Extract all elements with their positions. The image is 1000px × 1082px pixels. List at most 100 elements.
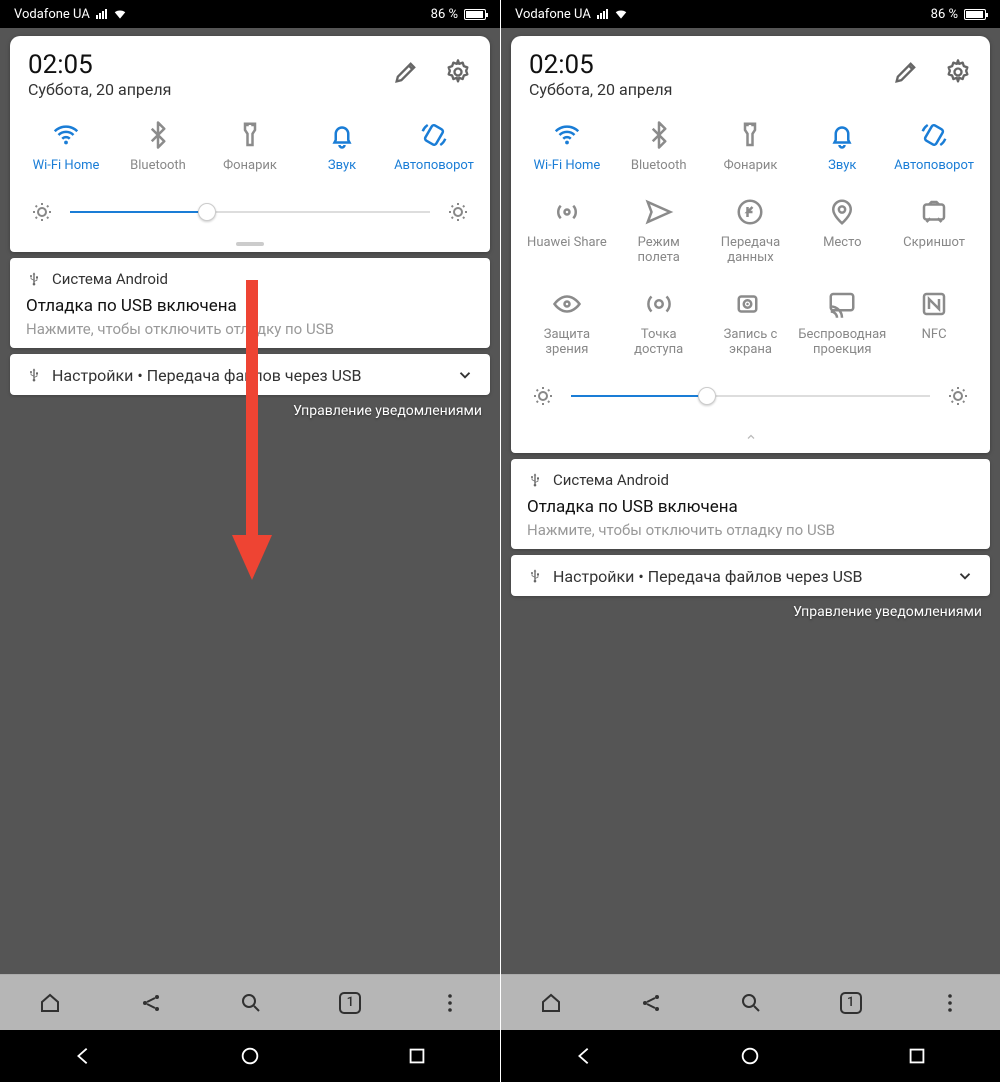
notification-usb-transfer[interactable]: Настройки • Передача файлов через USB — [511, 555, 990, 596]
qs-label: Место — [823, 236, 861, 251]
signal-icon — [597, 9, 608, 19]
qs-tile-autorotate[interactable]: Автоповорот — [388, 115, 480, 178]
drag-handle[interactable] — [236, 242, 264, 246]
nav-bar — [0, 1030, 500, 1082]
browser-toolbar: 1 — [0, 974, 500, 1030]
qs-label: Bluetooth — [631, 159, 687, 174]
qs-tile-wifi[interactable]: Wi-Fi Home — [521, 115, 613, 178]
gear-icon[interactable] — [444, 58, 472, 86]
qs-label: Звук — [828, 159, 856, 174]
qs-label: Передача данных — [721, 236, 780, 266]
sound-icon — [826, 119, 858, 151]
qs-tile-autorotate[interactable]: Автоповорот — [888, 115, 980, 178]
search-icon[interactable] — [739, 991, 763, 1015]
qs-tile-sound[interactable]: Звук — [296, 115, 388, 178]
search-icon[interactable] — [239, 991, 263, 1015]
notification-usb-transfer[interactable]: Настройки • Передача файлов через USB — [10, 354, 490, 395]
manage-notifications-link[interactable]: Управление уведомлениями — [501, 596, 1000, 620]
torch-icon — [234, 119, 266, 151]
home-icon[interactable] — [38, 991, 62, 1015]
screenshot-left: Vodafone UA 86 % HUAWEI Чтобы уникализир… — [0, 0, 500, 1082]
data-icon — [734, 196, 766, 228]
manage-notifications-link[interactable]: Управление уведомлениями — [0, 395, 500, 419]
qs-label: Wi-Fi Home — [33, 159, 100, 174]
edit-icon[interactable] — [392, 58, 420, 86]
qs-label: Запись с экрана — [724, 328, 778, 358]
brightness-track[interactable] — [571, 395, 930, 397]
qs-tile-location[interactable]: Место — [796, 192, 888, 270]
usb-icon — [527, 472, 543, 488]
wifi-status-icon — [113, 7, 127, 21]
bluetooth-icon — [643, 119, 675, 151]
qs-tile-hotspot[interactable]: Точка доступа — [613, 284, 705, 362]
qs-tile-bluetooth[interactable]: Bluetooth — [613, 115, 705, 178]
nav-home-icon[interactable] — [239, 1045, 261, 1067]
nav-back-icon[interactable] — [72, 1045, 94, 1067]
nav-back-icon[interactable] — [573, 1045, 595, 1067]
nav-home-icon[interactable] — [739, 1045, 761, 1067]
bluetooth-icon — [142, 119, 174, 151]
chevron-down-icon[interactable] — [956, 567, 974, 585]
nav-bar — [501, 1030, 1000, 1082]
notification-shade: 02:05 Суббота, 20 апреля Wi-Fi HomeBluet… — [10, 36, 490, 252]
qs-tile-screenshot[interactable]: Скриншот — [888, 192, 980, 270]
notification-app: Настройки • Передача файлов через USB — [553, 567, 862, 586]
nav-recent-icon[interactable] — [406, 1045, 428, 1067]
more-icon[interactable] — [938, 991, 962, 1015]
home-icon[interactable] — [539, 991, 563, 1015]
share-icon[interactable] — [639, 991, 663, 1015]
edit-icon[interactable] — [892, 58, 920, 86]
shade-time: 02:05 — [529, 50, 892, 80]
qs-tile-data[interactable]: Передача данных — [705, 192, 797, 270]
notification-title: Отладка по USB включена — [26, 296, 474, 316]
qs-label: Автоповорот — [394, 159, 474, 174]
article-paragraph: Так, поставив свою мелодию на контакт, в… — [519, 640, 982, 699]
read-more-link[interactable]: Читать полностью — [519, 713, 982, 736]
gear-icon[interactable] — [944, 58, 972, 86]
background-page: HUAWEI Чтобы уникализировать контакты, м… — [0, 460, 500, 843]
qs-tile-nfc[interactable]: NFC — [888, 284, 980, 362]
qs-label: Звук — [328, 159, 356, 174]
more-icon[interactable] — [438, 991, 462, 1015]
notification-usb-debug[interactable]: Система Android Отладка по USB включена … — [10, 258, 490, 348]
tabs-button[interactable]: 1 — [339, 992, 361, 1014]
notification-usb-debug[interactable]: Система Android Отладка по USB включена … — [511, 459, 990, 549]
brightness-slider[interactable] — [511, 370, 990, 426]
notification-app: Настройки • Передача файлов через USB — [52, 366, 361, 385]
qs-label: Фонарик — [223, 159, 277, 174]
qs-tile-airplane[interactable]: Режим полета — [613, 192, 705, 270]
chevron-up-icon[interactable] — [741, 431, 761, 443]
qs-label: Беспроводная проекция — [798, 328, 886, 358]
qs-tile-eyecomfort[interactable]: Защита зрения — [521, 284, 613, 362]
qs-label: Bluetooth — [130, 159, 186, 174]
carrier-name: Vodafone UA — [515, 7, 591, 22]
usb-icon — [527, 568, 543, 584]
notification-subtitle: Нажмите, чтобы отключить отладку по USB — [26, 320, 474, 338]
read-more-link[interactable]: Читать полностью — [18, 703, 482, 726]
brightness-low-icon — [30, 200, 54, 224]
status-bar: Vodafone UA 86 % — [0, 0, 500, 28]
qs-label: Huawei Share — [527, 236, 607, 251]
qs-tile-wifi[interactable]: Wi-Fi Home — [20, 115, 112, 178]
tabs-button[interactable]: 1 — [840, 992, 862, 1014]
qs-tile-screenrec[interactable]: Запись с экрана — [705, 284, 797, 362]
article-heading: Как установить мелодию на звонок на Huaw… — [519, 796, 982, 853]
share-icon[interactable] — [139, 991, 163, 1015]
carrier-name: Vodafone UA — [14, 7, 90, 22]
qs-tile-cast[interactable]: Беспроводная проекция — [796, 284, 888, 362]
brightness-track[interactable] — [70, 211, 430, 213]
quicksettings-row3: Защита зренияТочка доступа Запись с экран… — [511, 278, 990, 370]
qs-tile-bluetooth[interactable]: Bluetooth — [112, 115, 204, 178]
notification-shade-expanded: 02:05 Суббота, 20 апреля Wi-Fi HomeBluet… — [511, 36, 990, 453]
brightness-slider[interactable] — [10, 186, 490, 242]
hotspot-icon — [643, 288, 675, 320]
qs-tile-torch[interactable]: Фонарик — [204, 115, 296, 178]
chevron-down-icon[interactable] — [456, 366, 474, 384]
nav-recent-icon[interactable] — [906, 1045, 928, 1067]
qs-tile-torch[interactable]: Фонарик — [705, 115, 797, 178]
qs-tile-sound[interactable]: Звук — [796, 115, 888, 178]
eyecomfort-icon — [551, 288, 583, 320]
notification-app: Система Android — [553, 471, 669, 489]
airplane-icon — [643, 196, 675, 228]
qs-tile-huaweishare[interactable]: Huawei Share — [521, 192, 613, 270]
